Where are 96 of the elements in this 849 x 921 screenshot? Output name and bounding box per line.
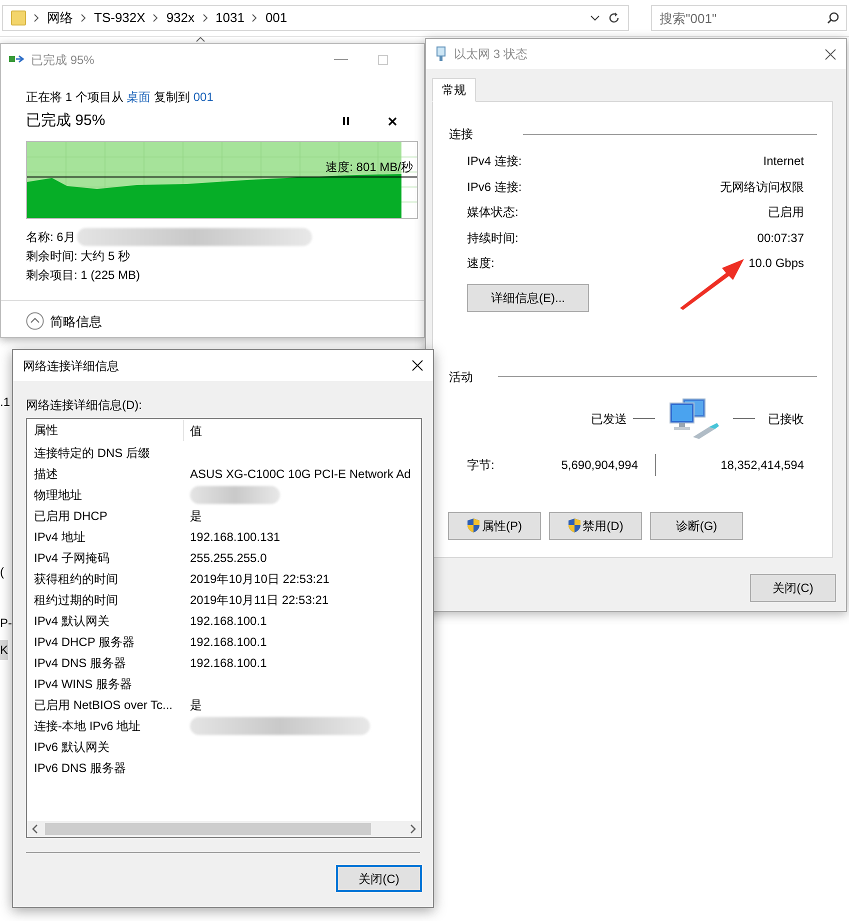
section-heading: 活动 [449, 368, 474, 386]
column-header[interactable]: 值 [184, 422, 202, 440]
background-text: K [0, 640, 8, 660]
window-title: 以太网 3 状态 [454, 46, 528, 63]
property-cell-text: 已启用 DHCP [33, 508, 108, 524]
breadcrumb-item[interactable]: TS-932X [94, 8, 146, 28]
property-cell-text: IPv4 WINS 服务器 [33, 676, 134, 692]
property-cell-text: 物理地址 [33, 486, 83, 504]
column-header[interactable]: 属性 [27, 420, 184, 441]
copy-icon [9, 54, 25, 66]
value-cell-text: 2019年10月11日 22:53:21 [189, 592, 329, 608]
action-button[interactable]: 禁用(D) [549, 512, 642, 540]
bytes-received: 18,352,414,594 [720, 456, 804, 474]
close-button[interactable]: 关闭(C) [750, 574, 836, 602]
window-title: 网络连接详细信息 [23, 358, 119, 374]
items-remaining: 剩余项目: 1 (225 MB) [26, 266, 142, 284]
field-label: 媒体状态: [467, 204, 518, 220]
window-title: 已完成 95% [31, 52, 94, 68]
annotation-arrow [678, 256, 746, 310]
field-label: IPv4 连接: [467, 153, 522, 170]
property-cell-text: IPv4 默认网关 [33, 612, 110, 630]
property-cell-text: IPv4 子网掩码 [33, 550, 110, 566]
close-icon[interactable] [388, 116, 397, 126]
details-button[interactable]: 详细信息(E)... [467, 284, 589, 312]
background-text: .1 [0, 394, 10, 411]
value-cell-text: 192.168.100.1 [189, 654, 267, 672]
bytes-sent: 5,690,904,994 [560, 456, 638, 474]
value-cell-text: 192.168.100.1 [189, 634, 267, 650]
property-cell-text: 连接-本地 IPv6 地址 [33, 718, 142, 734]
scroll-thumb[interactable] [45, 823, 371, 835]
chevron-icon [202, 14, 208, 22]
property-cell-text: 描述 [33, 466, 59, 482]
field-value: Internet [763, 153, 804, 170]
property-cell-text: 连接特定的 DNS 后缀 [33, 444, 152, 462]
value-cell-text: 是 [189, 696, 202, 714]
close-icon[interactable] [825, 48, 836, 60]
file-name: 名称: 6月 [26, 228, 76, 246]
action-button[interactable]: 诊断(G) [650, 512, 743, 540]
value-cell-text: 192.168.100.131 [189, 528, 280, 546]
close-button[interactable]: 关闭(C) [336, 865, 422, 892]
background-text: ( [0, 564, 4, 581]
value-cell-text: 是 [189, 508, 202, 524]
value-cell-text: 2019年10月10日 22:53:21 [189, 570, 330, 588]
list-label: 网络连接详细信息(D): [26, 397, 143, 414]
field-value: 10.0 Gbps [748, 255, 804, 272]
field-label: IPv6 连接: [467, 178, 522, 195]
horizontal-scrollbar[interactable] [27, 821, 421, 837]
value-cell-text: 192.168.100.1 [189, 612, 267, 630]
property-cell-text: IPv4 DNS 服务器 [33, 654, 128, 672]
time-remaining: 剩余时间: 大约 5 秒 [26, 248, 132, 264]
property-cell-text: IPv4 DHCP 服务器 [33, 634, 136, 650]
field-label: 持续时间: [467, 230, 518, 246]
details-toggle[interactable]: 简略信息 [50, 312, 102, 331]
shield-icon [568, 518, 581, 533]
network-adapter-icon [436, 46, 446, 62]
breadcrumb-item[interactable]: 1031 [216, 8, 244, 28]
breadcrumb-item[interactable]: 001 [265, 8, 288, 28]
property-cell-text: 获得租约的时间 [33, 570, 119, 588]
property-cell-text: 租约过期的时间 [33, 592, 119, 608]
value-cell-text: 255.255.255.0 [189, 550, 267, 566]
collapse-icon[interactable] [26, 312, 44, 330]
section-heading: 连接 [449, 126, 474, 143]
progress-title: 已完成 95% [26, 111, 106, 131]
sent-label: 已发送 [590, 410, 627, 428]
chevron-icon [252, 14, 258, 22]
address-bar[interactable]: 网络 TS-932X 932x 1031 001 [2, 5, 629, 31]
refresh-icon[interactable] [608, 12, 620, 24]
shield-icon [467, 518, 480, 533]
tab[interactable]: 常规 [432, 78, 476, 102]
breadcrumb-item[interactable]: 932x [166, 8, 195, 28]
property-cell-text: 已启用 NetBIOS over Tc... [33, 696, 174, 714]
chevron-icon [34, 14, 39, 22]
action-button[interactable]: 属性(P) [448, 512, 541, 540]
copy-description: 正在将 1 个项目从 桌面 复制到 001 [26, 89, 214, 106]
background-text: P- [0, 615, 12, 632]
field-value: 无网络访问权限 [720, 178, 804, 195]
field-label: 字节: [467, 456, 496, 474]
field-label: 速度: [467, 255, 494, 272]
property-cell-text: IPv6 DNS 服务器 [33, 760, 128, 776]
search-field[interactable]: 搜索"001" [650, 5, 848, 31]
sort-caret-icon [196, 37, 205, 42]
breadcrumb-item[interactable]: 网络 [47, 8, 73, 28]
field-value: 已启用 [768, 204, 804, 220]
property-cell-text: IPv6 默认网关 [33, 738, 110, 756]
value-cell-text: ASUS XG-C100C 10G PCI-E Network Ad [189, 466, 411, 482]
field-value: 00:07:37 [757, 230, 804, 246]
pause-icon[interactable] [342, 116, 350, 126]
dropdown-icon[interactable] [590, 15, 600, 21]
search-icon [827, 12, 840, 24]
chevron-icon [81, 14, 86, 22]
close-icon[interactable] [412, 360, 423, 371]
property-cell-text: IPv4 地址 [33, 528, 86, 546]
chevron-icon [153, 14, 158, 22]
speed-label: 速度: 801 MB/秒 [326, 158, 413, 176]
folder-icon [11, 10, 26, 26]
received-label: 已接收 [768, 410, 804, 428]
